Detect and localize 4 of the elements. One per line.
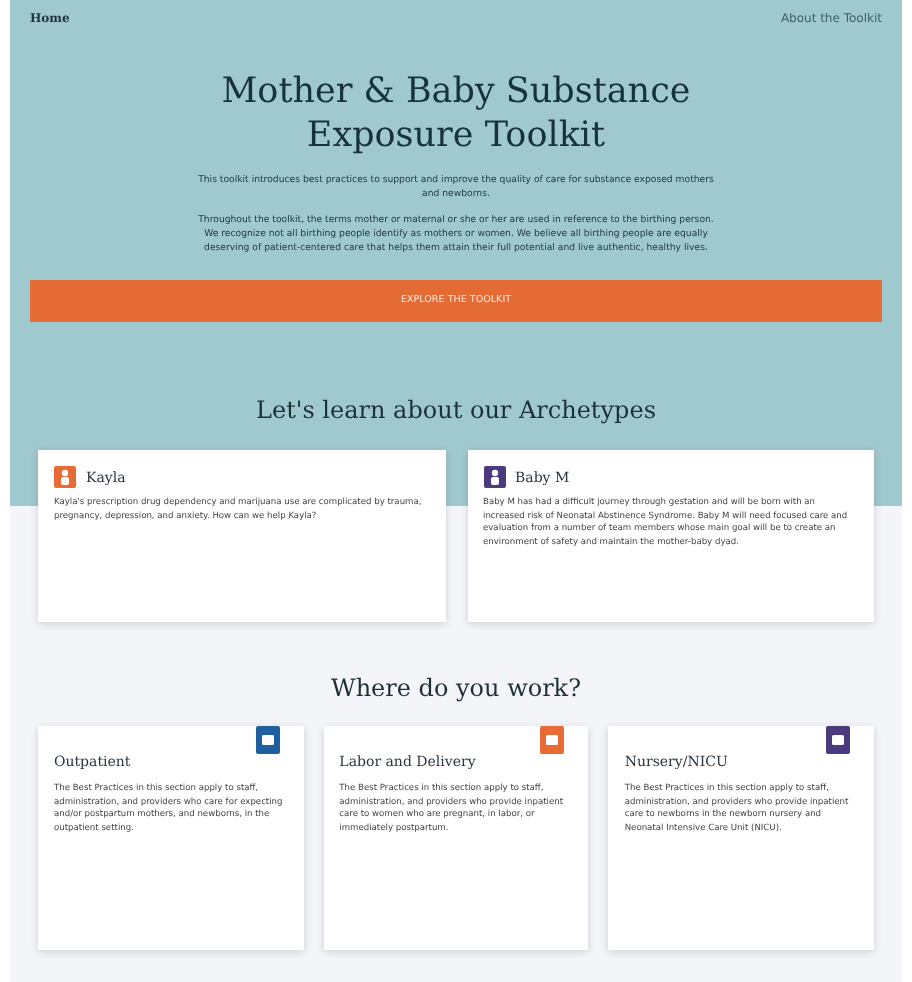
section-heading: Let's learn about our Archetypes [254,396,658,424]
section-heading: Where do you work? [328,674,584,702]
archetype-card[interactable] [467,450,874,622]
page-title: Mother & Baby Substance Exposure Toolkit [219,70,693,158]
